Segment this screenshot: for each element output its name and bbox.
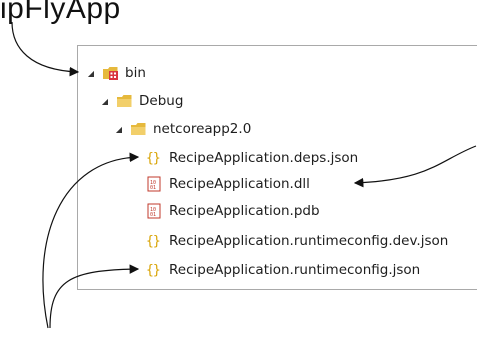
tree-item-label: RecipeApplication.deps.json xyxy=(169,150,359,166)
tree-item-netcoreapp[interactable]: ◢ netcoreapp2.0 xyxy=(114,116,251,142)
callout-text: ipFlyApp xyxy=(0,0,121,25)
json-file-icon: {} xyxy=(146,262,161,278)
tree-item-runtimeconfig-json[interactable]: {} RecipeApplication.runtimeconfig.json xyxy=(146,257,420,283)
tree-item-label: RecipeApplication.dll xyxy=(169,176,310,192)
tree-item-runtimeconfig-dev-json[interactable]: {} RecipeApplication.runtimeconfig.dev.j… xyxy=(146,228,448,254)
tree-item-label: bin xyxy=(125,65,146,81)
tree-item-label: RecipeApplication.runtimeconfig.json xyxy=(169,262,421,278)
tree-item-bin[interactable]: ◢ bin xyxy=(86,60,146,86)
tree-item-dll[interactable]: 10 01 RecipeApplication.dll xyxy=(146,171,310,197)
svg-text:01: 01 xyxy=(150,212,156,218)
expanded-triangle-icon[interactable]: ◢ xyxy=(100,97,110,106)
expanded-triangle-icon[interactable]: ◢ xyxy=(114,125,124,134)
tree-item-label: Debug xyxy=(139,93,184,109)
bin-folder-icon xyxy=(102,65,119,81)
folder-icon xyxy=(130,121,147,137)
svg-text:01: 01 xyxy=(150,185,156,191)
binary-file-icon: 10 01 xyxy=(146,203,163,219)
binary-file-icon: 10 01 xyxy=(146,176,163,192)
folder-icon xyxy=(116,93,133,109)
json-file-icon: {} xyxy=(146,233,161,249)
tree-item-label: RecipeApplication.pdb xyxy=(169,203,320,219)
arrow-to-bin xyxy=(11,21,80,77)
tree-item-label: RecipeApplication.runtimeconfig.dev.json xyxy=(169,233,449,249)
json-file-icon: {} xyxy=(146,150,161,166)
tree-item-label: netcoreapp2.0 xyxy=(153,121,252,137)
expanded-triangle-icon[interactable]: ◢ xyxy=(86,69,96,78)
tree-item-deps-json[interactable]: {} RecipeApplication.deps.json xyxy=(146,145,358,171)
tree-item-debug[interactable]: ◢ Debug xyxy=(100,88,183,114)
tree-item-pdb[interactable]: 10 01 RecipeApplication.pdb xyxy=(146,198,320,224)
